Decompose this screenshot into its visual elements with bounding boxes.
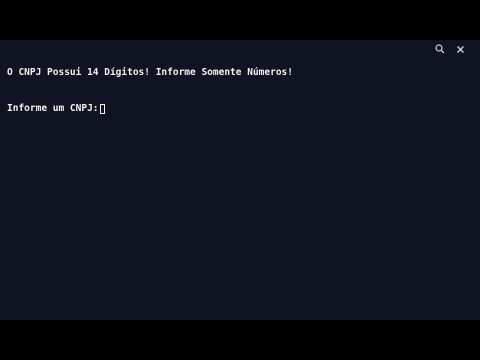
terminal-output: O CNPJ Possui 14 Dígitos! Informe Soment… <box>7 43 293 139</box>
close-icon <box>456 45 464 53</box>
terminal-line-text: O CNPJ Possui 14 Dígitos! Informe Soment… <box>7 67 293 78</box>
terminal-toolbar <box>434 43 466 55</box>
terminal-line: O CNPJ Possui 14 Dígitos! Informe Soment… <box>7 67 293 79</box>
text-cursor <box>99 104 105 114</box>
search-button[interactable] <box>434 43 446 55</box>
search-icon <box>435 44 445 54</box>
terminal-window[interactable]: O CNPJ Possui 14 Dígitos! Informe Soment… <box>0 40 480 320</box>
letterbox-top <box>0 0 480 40</box>
letterbox-bottom <box>0 320 480 360</box>
close-button[interactable] <box>454 43 466 55</box>
terminal-prompt-text: Informe um CNPJ: <box>7 103 99 114</box>
terminal-prompt-line[interactable]: Informe um CNPJ: <box>7 103 293 115</box>
